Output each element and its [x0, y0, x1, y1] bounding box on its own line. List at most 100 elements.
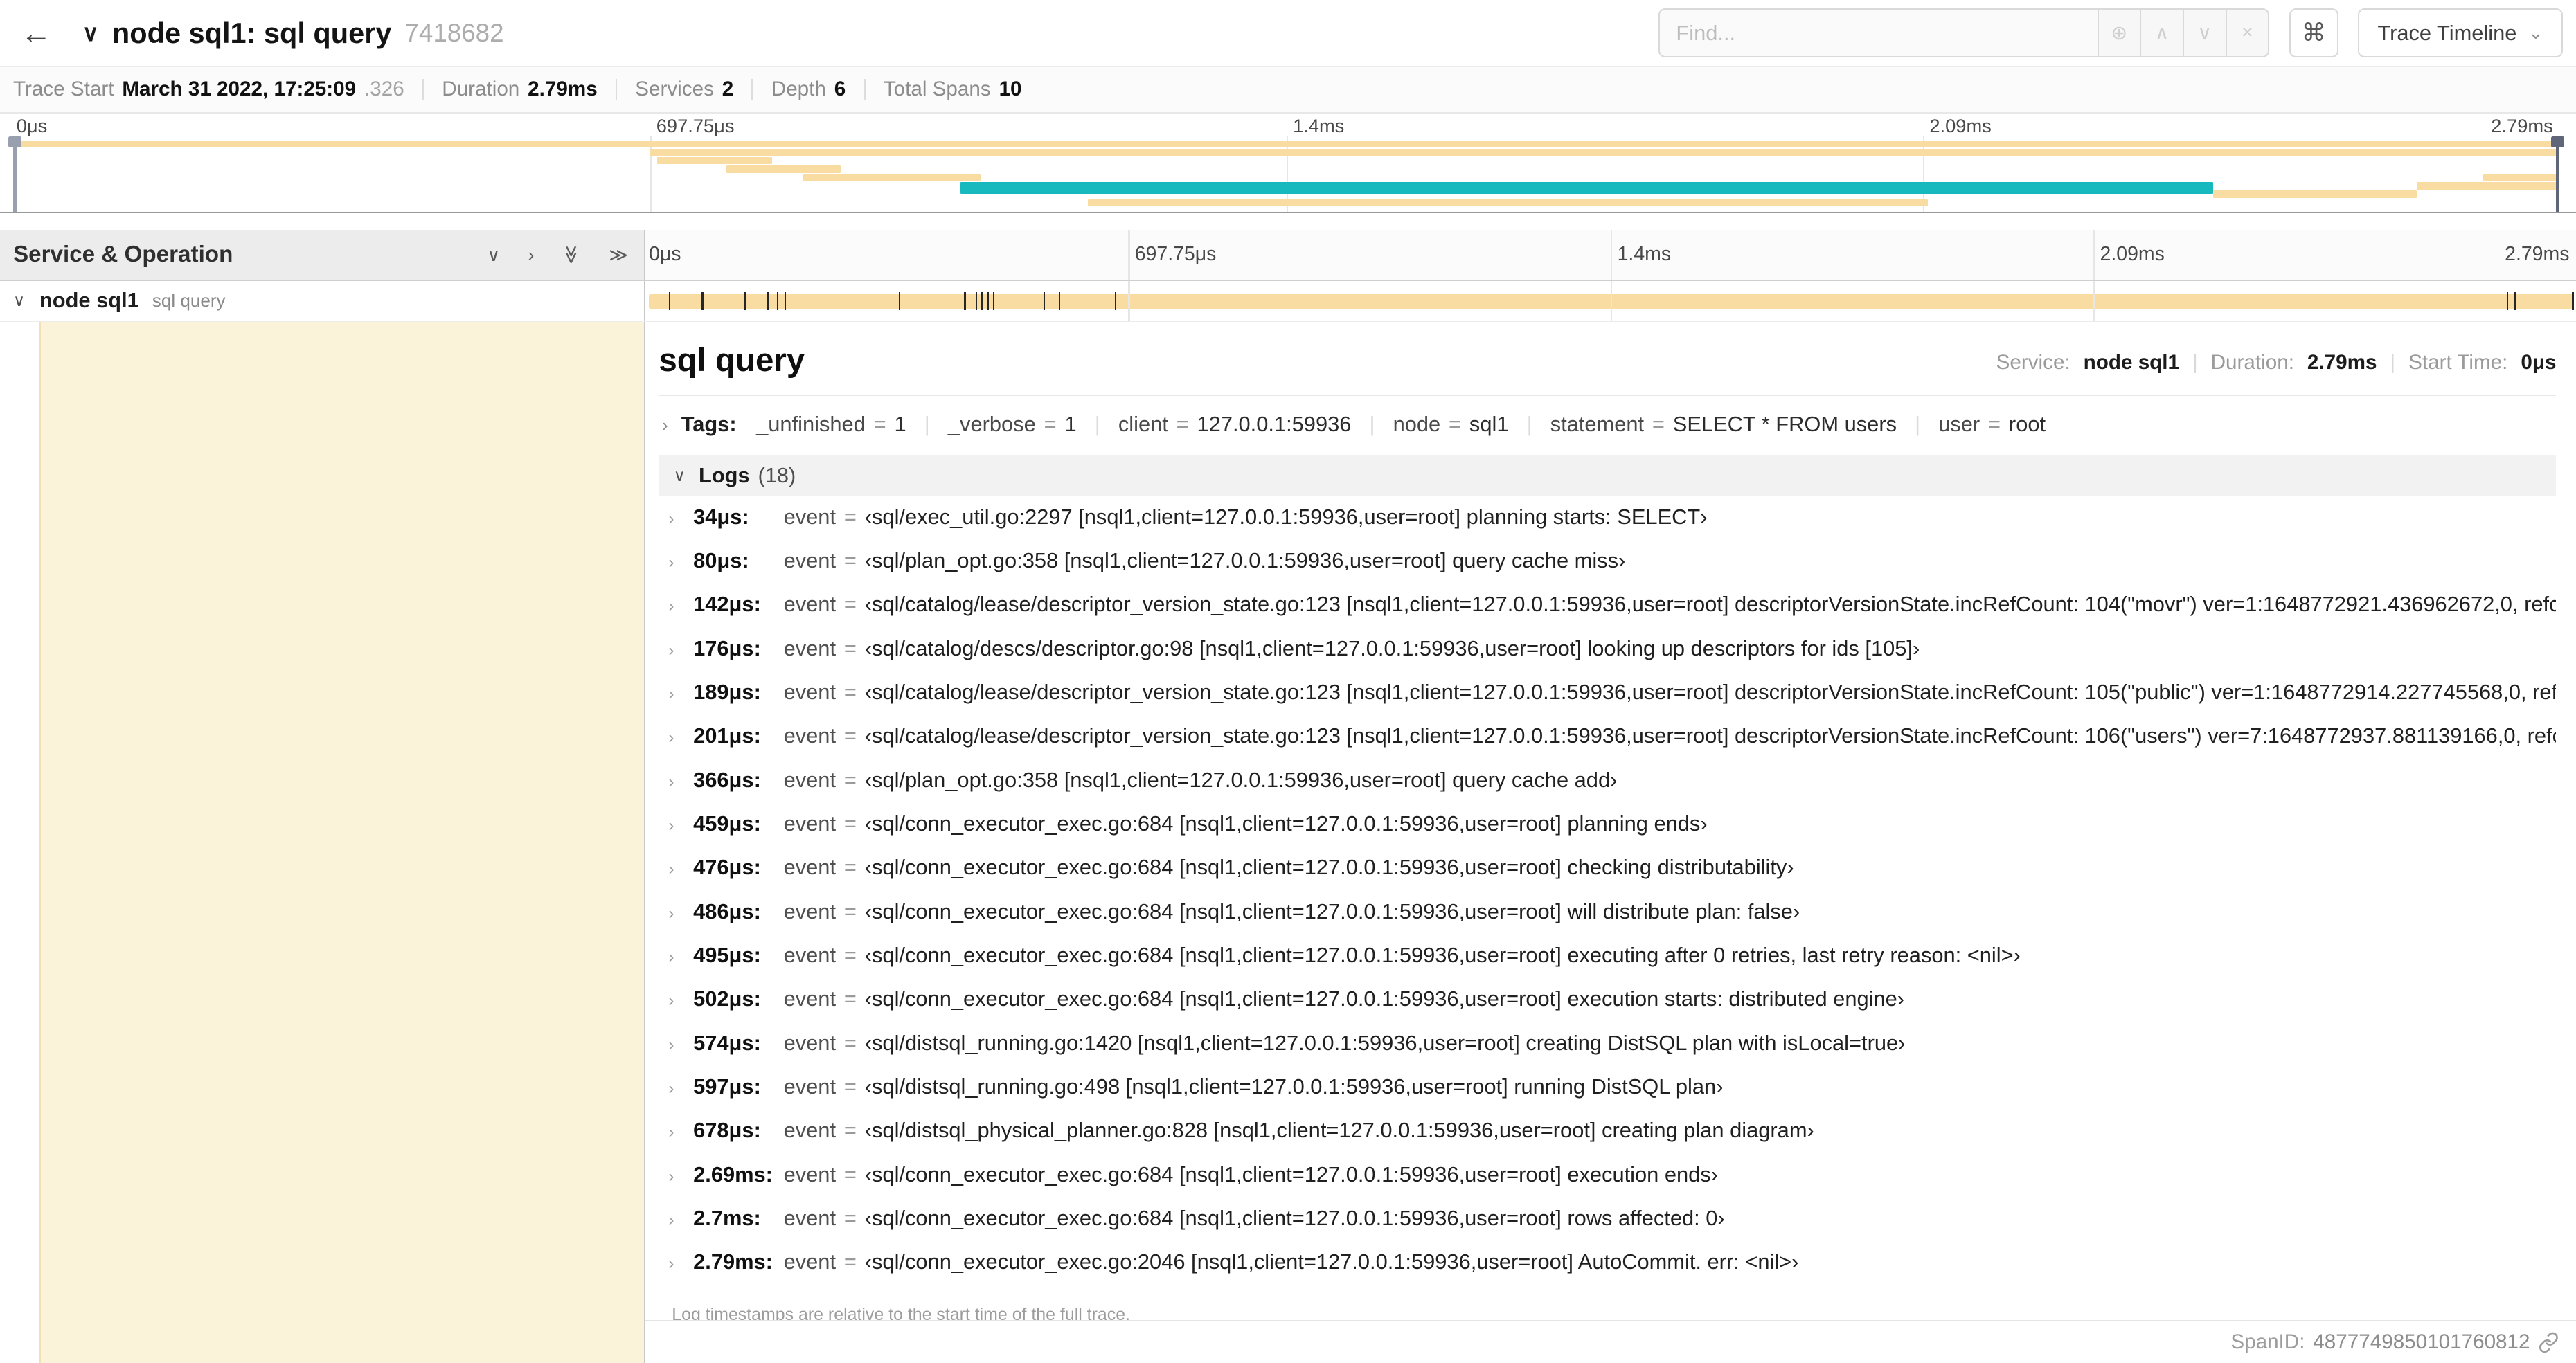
tag: user = root	[1938, 412, 2046, 436]
log-marker-tick	[744, 292, 746, 311]
minimap-left-handle[interactable]	[8, 136, 21, 213]
trace-collapse-icon[interactable]: ∨	[82, 19, 99, 47]
log-field-key: event	[783, 504, 837, 529]
span-name-cell[interactable]: ∨ node sql1 sql query	[0, 280, 646, 321]
chevron-right-icon[interactable]: ›	[669, 1211, 694, 1230]
log-equals: =	[843, 899, 857, 923]
summary-divider	[615, 79, 618, 100]
log-field-value: ‹sql/catalog/lease/descriptor_version_st…	[864, 723, 2557, 748]
chevron-right-icon[interactable]: ›	[669, 1255, 694, 1274]
page-header: ← ∨ node sql1: sql query 7418682 ⊕∧∨× ⌘ …	[0, 0, 2576, 68]
span-detail-meta: Service: node sql1 | Duration: 2.79ms | …	[1996, 351, 2557, 379]
minimap-canvas[interactable]	[8, 136, 2565, 213]
log-row[interactable]: › 80μs: event = ‹sql/plan_opt.go:358 [nsql1,…	[659, 548, 2556, 592]
expand-one-icon[interactable]: ›	[528, 246, 535, 264]
log-row[interactable]: › 2.7ms: event = ‹sql/conn_executor_exec.go:…	[659, 1206, 2556, 1249]
chevron-right-icon[interactable]: ›	[669, 510, 694, 529]
log-row[interactable]: › 495μs: event = ‹sql/conn_executor_exec.go:…	[659, 943, 2556, 986]
log-field-key: event	[783, 1162, 837, 1186]
log-message: event = ‹sql/distsql_running.go:498 [nsql1…	[784, 1074, 1724, 1099]
collapse-all-icon[interactable]: ≫	[561, 245, 582, 264]
trace-view-selector[interactable]: Trace Timeline ⌄	[2358, 8, 2563, 58]
minimap-span-bar	[960, 182, 2214, 194]
log-message: event = ‹sql/conn_executor_exec.go:684 [ns…	[784, 943, 2021, 968]
summary-value: 6	[834, 78, 846, 101]
tags-accordion[interactable]: › Tags: _unfinished = 1 | _verbose = 1 | client =…	[659, 396, 2556, 444]
zoom-to-match-icon[interactable]: ⊕	[2098, 8, 2142, 58]
log-message: event = ‹sql/conn_executor_exec.go:684 [ns…	[784, 855, 1794, 880]
time-gridline	[2093, 230, 2095, 280]
log-row[interactable]: › 597μs: event = ‹sql/distsql_running.go:498…	[659, 1074, 2556, 1118]
log-row[interactable]: › 459μs: event = ‹sql/conn_executor_exec.go:…	[659, 811, 2556, 855]
chevron-right-icon[interactable]: ›	[669, 860, 694, 879]
log-message: event = ‹sql/catalog/lease/descriptor_vers…	[784, 723, 2557, 748]
log-row[interactable]: › 366μs: event = ‹sql/plan_opt.go:358 [nsql1…	[659, 768, 2556, 811]
logs-accordion-header[interactable]: ∨ Logs (18)	[659, 455, 2557, 496]
meta-divider: |	[2192, 351, 2198, 374]
log-row[interactable]: › 678μs: event = ‹sql/distsql_physical_plann…	[659, 1118, 2556, 1162]
chevron-right-icon[interactable]: ›	[669, 817, 694, 836]
log-row[interactable]: › 574μs: event = ‹sql/distsql_running.go:142…	[659, 1031, 2556, 1074]
chevron-right-icon[interactable]: ›	[669, 729, 694, 748]
chevron-right-icon[interactable]: ›	[669, 1123, 694, 1142]
chevron-right-icon[interactable]: ›	[669, 948, 694, 967]
chevron-right-icon[interactable]: ›	[669, 1036, 694, 1055]
chevron-right-icon[interactable]: ›	[669, 685, 694, 704]
time-tick-label: 2.79ms	[2491, 115, 2553, 137]
find-buttons: ⊕ ∧ ∨ ×	[2098, 8, 2270, 58]
log-row[interactable]: › 201μs: event = ‹sql/catalog/lease/descript…	[659, 723, 2557, 767]
chevron-right-icon[interactable]: ›	[669, 773, 694, 792]
span-row: ∨ node sql1 sql query	[0, 280, 2576, 322]
log-marker-tick	[1058, 292, 1061, 311]
span-detail-title: sql query	[659, 342, 805, 379]
log-row[interactable]: › 476μs: event = ‹sql/conn_executor_exec.go:…	[659, 855, 2556, 899]
chevron-right-icon[interactable]: ›	[669, 554, 694, 572]
log-row[interactable]: › 2.69ms: event = ‹sql/conn_executor_exec.go…	[659, 1162, 2556, 1206]
timeline-header: Service & Operation ∨ › ≫ ≫ 0μs 697.75μs 1.4m…	[0, 230, 2576, 281]
log-row[interactable]: › 34μs: event = ‹sql/exec_util.go:2297 [nsql…	[659, 505, 2556, 548]
chevron-right-icon[interactable]: ›	[669, 597, 694, 616]
back-icon[interactable]: ←	[0, 15, 72, 51]
time-gridline	[1611, 280, 1613, 321]
log-equals: =	[843, 680, 857, 704]
log-row[interactable]: › 176μs: event = ‹sql/catalog/descs/descript…	[659, 636, 2556, 680]
chevron-right-icon[interactable]: ›	[669, 905, 694, 923]
chevron-right-icon[interactable]: ›	[669, 1168, 694, 1186]
log-message: event = ‹sql/exec_util.go:2297 [nsql1,clie…	[784, 505, 1708, 530]
log-message: event = ‹sql/plan_opt.go:358 [nsql1,client…	[784, 548, 1626, 573]
prev-match-icon[interactable]: ∧	[2141, 8, 2184, 58]
log-message: event = ‹sql/catalog/lease/descriptor_vers…	[784, 592, 2557, 617]
log-field-value: ‹sql/conn_executor_exec.go:684 [nsql1,cl…	[864, 811, 1708, 836]
tag-divider: |	[1526, 412, 1532, 437]
minimap-right-handle[interactable]	[2551, 136, 2565, 213]
chevron-right-icon[interactable]: ›	[669, 992, 694, 1011]
log-field-key: event	[783, 1249, 837, 1274]
log-row[interactable]: › 142μs: event = ‹sql/catalog/lease/descript…	[659, 592, 2557, 635]
log-equals: =	[843, 767, 857, 792]
time-tick-label: 1.4ms	[1617, 243, 1672, 266]
logs-list: › 34μs: event = ‹sql/exec_util.go:2297 [nsql…	[659, 496, 2557, 1294]
log-marker-tick	[964, 292, 966, 311]
log-row[interactable]: › 486μs: event = ‹sql/conn_executor_exec.go:…	[659, 899, 2556, 943]
next-match-icon[interactable]: ∨	[2183, 8, 2227, 58]
span-expand-icon[interactable]: ∨	[13, 291, 39, 311]
log-row[interactable]: › 189μs: event = ‹sql/catalog/lease/descript…	[659, 680, 2557, 723]
log-field-key: event	[783, 1030, 837, 1055]
find-input[interactable]	[1658, 8, 2099, 58]
keyboard-shortcuts-button[interactable]: ⌘	[2289, 8, 2338, 58]
span-row-timeline[interactable]	[645, 280, 2576, 321]
collapse-one-icon[interactable]: ∨	[487, 246, 500, 264]
clear-search-icon[interactable]: ×	[2226, 8, 2270, 58]
log-equals: =	[843, 504, 857, 529]
expand-all-icon[interactable]: ≫	[609, 246, 627, 264]
chevron-right-icon[interactable]: ›	[669, 1080, 694, 1099]
log-equals: =	[843, 1074, 857, 1099]
log-row[interactable]: › 502μs: event = ‹sql/conn_executor_exec.go:…	[659, 986, 2556, 1030]
deep-link-icon[interactable]	[2538, 1332, 2559, 1353]
chevron-right-icon[interactable]: ›	[669, 642, 694, 660]
trace-view-label: Trace Timeline	[2377, 20, 2517, 45]
log-row[interactable]: › 2.79ms: event = ‹sql/conn_executor_exec.go…	[659, 1249, 2556, 1293]
log-field-key: event	[783, 942, 837, 967]
minimap-tick-labels: 0μs 697.75μs 1.4ms 2.09ms 2.79ms	[13, 114, 2559, 136]
log-timestamp: 34μs:	[693, 504, 749, 529]
